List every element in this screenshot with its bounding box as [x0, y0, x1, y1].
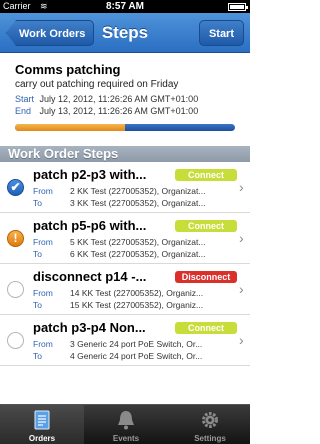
- tab-settings[interactable]: Settings: [168, 405, 252, 444]
- step-from: From 14 KK Test (227005352), Organiz...: [33, 288, 233, 298]
- tab-events-label: Events: [112, 434, 140, 443]
- step-title: patch p2-p3 with...: [33, 167, 147, 182]
- to-value: 15 KK Test (227005352), Organiz...: [70, 300, 204, 310]
- from-value: 5 KK Test (227005352), Organizat...: [70, 237, 206, 247]
- from-value: 3 Generic 24 port PoE Switch, Or...: [70, 339, 203, 349]
- step-to: To 15 KK Test (227005352), Organiz...: [33, 300, 233, 310]
- start-button[interactable]: Start: [198, 20, 244, 46]
- step-to: To 3 KK Test (227005352), Organizat...: [33, 198, 233, 208]
- step-row[interactable]: ✔ patch p2-p3 with... Connect From 2 KK T…: [0, 162, 250, 213]
- end-time-row: End July 13, 2012, 11:26:26 AM GMT+01:00: [15, 106, 198, 116]
- to-label: To: [33, 300, 42, 310]
- work-order-title: Comms patching: [15, 62, 121, 77]
- from-value: 14 KK Test (227005352), Organiz...: [70, 288, 204, 298]
- step-row[interactable]: disconnect p14 -... Disconnect From 14 KK…: [0, 264, 250, 315]
- step-title: patch p3-p4 Non...: [33, 320, 146, 335]
- chevron-right-icon: ›: [239, 179, 244, 195]
- bell-icon: [118, 411, 134, 430]
- progress-fill: [15, 124, 125, 131]
- completed-check-icon[interactable]: ✔: [7, 179, 24, 196]
- step-from: From 3 Generic 24 port PoE Switch, Or...: [33, 339, 233, 349]
- status-bar: Carrier ≋ 8:57 AM: [0, 0, 250, 13]
- work-order-header: Comms patching carry out patching requir…: [0, 54, 250, 146]
- start-time-value: July 12, 2012, 11:26:26 AM GMT+01:00: [39, 94, 199, 104]
- section-header: Work Order Steps: [0, 146, 250, 162]
- step-row[interactable]: patch p3-p4 Non... Connect From 3 Generic…: [0, 315, 250, 366]
- gear-icon: [202, 412, 218, 428]
- disconnect-badge: Disconnect: [175, 271, 237, 283]
- start-time-label: Start: [15, 94, 35, 104]
- tab-orders-label: Orders: [28, 434, 56, 443]
- chevron-right-icon: ›: [239, 281, 244, 297]
- from-label: From: [33, 186, 53, 196]
- tab-events[interactable]: Events: [84, 405, 168, 444]
- tab-orders[interactable]: Orders: [0, 405, 84, 444]
- from-label: From: [33, 237, 53, 247]
- to-label: To: [33, 198, 42, 208]
- connect-badge: Connect: [175, 220, 237, 232]
- work-order-description: carry out patching required on Friday: [15, 79, 179, 90]
- connect-badge: Connect: [175, 169, 237, 181]
- steps-list: ✔ patch p2-p3 with... Connect From 2 KK T…: [0, 162, 250, 366]
- to-value: 4 Generic 24 port PoE Switch, Or...: [70, 351, 203, 361]
- warning-icon[interactable]: !: [7, 230, 24, 247]
- step-title: patch p5-p6 with...: [33, 218, 147, 233]
- tab-bar: Orders Events Settings: [0, 404, 250, 444]
- step-to: To 4 Generic 24 port PoE Switch, Or...: [33, 351, 233, 361]
- to-label: To: [33, 249, 42, 259]
- step-to: To 6 KK Test (227005352), Organizat...: [33, 249, 233, 259]
- end-time-label: End: [15, 106, 32, 116]
- battery-icon: [228, 3, 248, 11]
- to-label: To: [33, 351, 42, 361]
- from-label: From: [33, 288, 53, 298]
- to-value: 3 KK Test (227005352), Organizat...: [70, 198, 206, 208]
- orders-icon: [34, 410, 50, 430]
- progress-bar: [15, 124, 235, 131]
- chevron-right-icon: ›: [239, 230, 244, 246]
- from-label: From: [33, 339, 53, 349]
- connect-badge: Connect: [175, 322, 237, 334]
- pending-circle-icon[interactable]: [7, 332, 24, 349]
- status-time: 8:57 AM: [106, 1, 144, 12]
- pending-circle-icon[interactable]: [7, 281, 24, 298]
- to-value: 6 KK Test (227005352), Organizat...: [70, 249, 206, 259]
- chevron-right-icon: ›: [239, 332, 244, 348]
- step-from: From 5 KK Test (227005352), Organizat...: [33, 237, 233, 247]
- end-time-value: July 13, 2012, 11:26:26 AM GMT+01:00: [39, 106, 199, 116]
- step-from: From 2 KK Test (227005352), Organizat...: [33, 186, 233, 196]
- step-title: disconnect p14 -...: [33, 269, 147, 284]
- step-row[interactable]: ! patch p5-p6 with... Connect From 5 KK T…: [0, 213, 250, 264]
- tab-settings-label: Settings: [194, 434, 226, 443]
- navigation-bar: Work Orders Steps Start: [0, 13, 250, 53]
- start-time-row: Start July 12, 2012, 11:26:26 AM GMT+01:…: [15, 94, 198, 104]
- from-value: 2 KK Test (227005352), Organizat...: [70, 186, 206, 196]
